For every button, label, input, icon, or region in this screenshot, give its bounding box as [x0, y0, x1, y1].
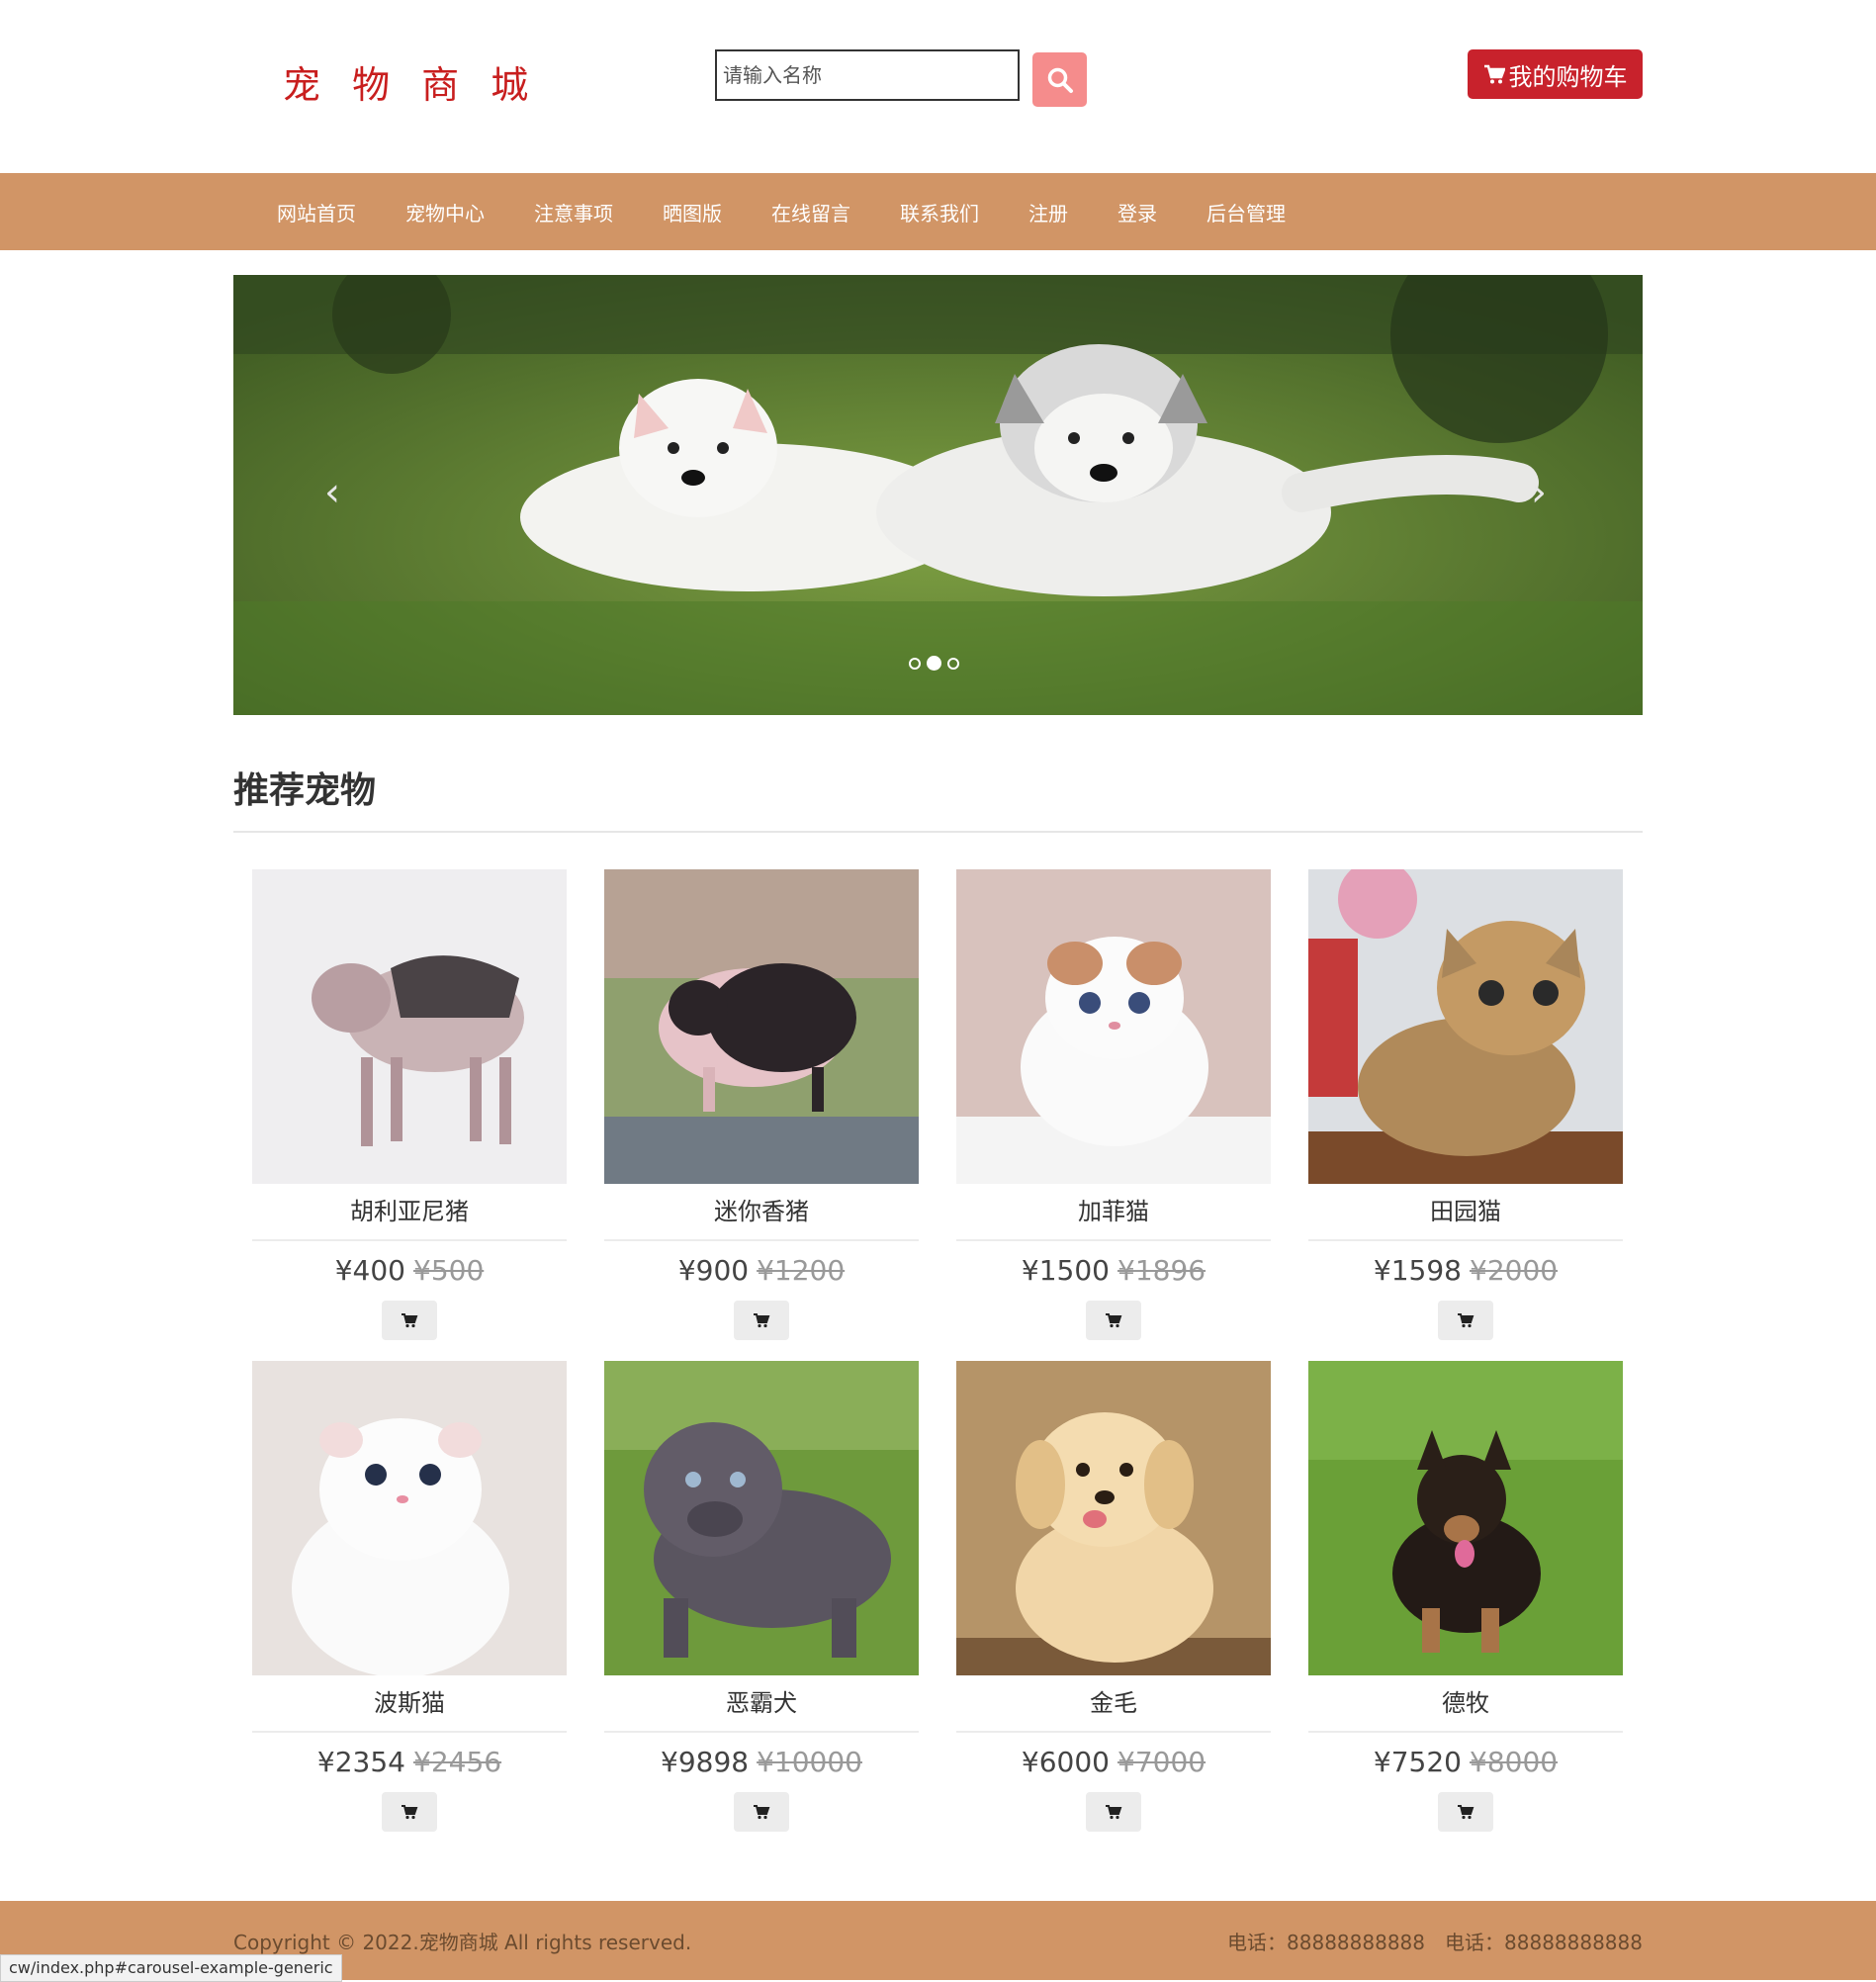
product-old-price: ¥8000 — [1470, 1746, 1559, 1778]
search-button[interactable] — [1032, 52, 1087, 107]
nav-item-message[interactable]: 在线留言 — [771, 198, 850, 226]
product-price: ¥1598 — [1373, 1254, 1462, 1287]
carousel-dot-2[interactable] — [927, 656, 941, 671]
product-image[interactable] — [604, 1361, 919, 1675]
shopping-cart-icon — [402, 1805, 418, 1820]
product-prices: ¥7520 ¥8000 — [1308, 1741, 1623, 1784]
add-to-cart-button[interactable] — [1086, 1792, 1141, 1832]
shopping-cart-icon — [1458, 1805, 1474, 1820]
nav-item-pet-center[interactable]: 宠物中心 — [405, 198, 485, 226]
product-old-price: ¥500 — [413, 1254, 485, 1287]
add-to-cart-button[interactable] — [1438, 1792, 1493, 1832]
product-name[interactable]: 加菲猫 — [956, 1184, 1271, 1241]
product-prices: ¥9898 ¥10000 — [604, 1741, 919, 1784]
product-old-price: ¥2000 — [1470, 1254, 1559, 1287]
product-image[interactable] — [956, 869, 1271, 1184]
product-image[interactable] — [252, 1361, 567, 1675]
add-to-cart-button[interactable] — [734, 1792, 789, 1832]
product-name[interactable]: 金毛 — [956, 1675, 1271, 1733]
product-card: 德牧 ¥7520 ¥8000 — [1308, 1361, 1623, 1832]
nav-item-login[interactable]: 登录 — [1117, 198, 1157, 226]
carousel-image — [233, 275, 1643, 715]
product-prices: ¥2354 ¥2456 — [252, 1741, 567, 1784]
main-nav: 网站首页 宠物中心 注意事项 晒图版 在线留言 联系我们 注册 登录 后台管理 — [0, 173, 1876, 250]
product-name[interactable]: 田园猫 — [1308, 1184, 1623, 1241]
product-name[interactable]: 恶霸犬 — [604, 1675, 919, 1733]
add-to-cart-button[interactable] — [1438, 1301, 1493, 1340]
nav-item-notes[interactable]: 注意事项 — [534, 198, 613, 226]
product-old-price: ¥1200 — [757, 1254, 846, 1287]
cart-label: 我的购物车 — [1508, 62, 1628, 91]
product-card: 波斯猫 ¥2354 ¥2456 — [252, 1361, 567, 1832]
browser-status-bar: cw/index.php#carousel-example-generic — [0, 1954, 342, 1982]
add-to-cart-button[interactable] — [734, 1301, 789, 1340]
shopping-cart-icon — [1458, 1313, 1474, 1328]
nav-item-admin[interactable]: 后台管理 — [1206, 198, 1286, 226]
add-to-cart-button[interactable] — [382, 1301, 437, 1340]
product-price: ¥900 — [677, 1254, 750, 1287]
product-old-price: ¥2456 — [413, 1746, 502, 1778]
shopping-cart-icon — [1106, 1805, 1122, 1820]
section-title: 推荐宠物 — [233, 770, 377, 811]
shopping-cart-icon — [1106, 1313, 1122, 1328]
product-old-price: ¥1896 — [1117, 1254, 1206, 1287]
product-old-price: ¥7000 — [1117, 1746, 1206, 1778]
product-name[interactable]: 波斯猫 — [252, 1675, 567, 1733]
nav-item-register[interactable]: 注册 — [1028, 198, 1068, 226]
shopping-cart-icon — [402, 1313, 418, 1328]
add-to-cart-button[interactable] — [1086, 1301, 1141, 1340]
product-image[interactable] — [956, 1361, 1271, 1675]
product-image[interactable] — [1308, 869, 1623, 1184]
product-card: 迷你香猪 ¥900 ¥1200 — [604, 869, 919, 1340]
product-price: ¥9898 — [661, 1746, 750, 1778]
copyright-text: Copyright © 2022.宠物商城 All rights reserve… — [233, 1931, 692, 1954]
carousel-prev-icon[interactable]: ‹ — [313, 473, 352, 512]
product-image[interactable] — [1308, 1361, 1623, 1675]
product-price: ¥2354 — [316, 1746, 405, 1778]
product-price: ¥7520 — [1373, 1746, 1462, 1778]
product-card: 恶霸犬 ¥9898 ¥10000 — [604, 1361, 919, 1832]
carousel-dot-1[interactable] — [909, 657, 921, 670]
product-price: ¥400 — [334, 1254, 405, 1287]
shopping-cart-icon — [754, 1805, 770, 1820]
carousel-dot-3[interactable] — [947, 657, 959, 670]
hero-carousel: ‹ › — [233, 275, 1643, 715]
product-price: ¥6000 — [1021, 1746, 1110, 1778]
product-card: 加菲猫 ¥1500 ¥1896 — [956, 869, 1271, 1340]
search-icon — [1047, 67, 1073, 93]
product-price: ¥1500 — [1021, 1254, 1110, 1287]
product-card: 金毛 ¥6000 ¥7000 — [956, 1361, 1271, 1832]
product-prices: ¥400 ¥500 — [252, 1249, 567, 1293]
nav-item-photo-board[interactable]: 晒图版 — [663, 198, 722, 226]
contact-phones: 电话：88888888888 电话：88888888888 — [1207, 1927, 1643, 1955]
section-divider — [233, 831, 1643, 833]
phone-1: 电话：88888888888 — [1227, 1931, 1426, 1954]
product-image[interactable] — [252, 869, 567, 1184]
phone-2: 电话：88888888888 — [1445, 1931, 1643, 1954]
product-old-price: ¥10000 — [757, 1746, 862, 1778]
product-prices: ¥1500 ¥1896 — [956, 1249, 1271, 1293]
shopping-cart-icon — [1483, 64, 1505, 84]
nav-item-home[interactable]: 网站首页 — [277, 198, 356, 226]
product-prices: ¥1598 ¥2000 — [1308, 1249, 1623, 1293]
site-logo[interactable]: 宠 物 商 城 — [283, 57, 550, 113]
product-prices: ¥900 ¥1200 — [604, 1249, 919, 1293]
add-to-cart-button[interactable] — [382, 1792, 437, 1832]
product-image[interactable] — [604, 869, 919, 1184]
product-card: 田园猫 ¥1598 ¥2000 — [1308, 869, 1623, 1340]
carousel-indicators — [909, 656, 959, 671]
product-name[interactable]: 胡利亚尼猪 — [252, 1184, 567, 1241]
product-name[interactable]: 迷你香猪 — [604, 1184, 919, 1241]
carousel-next-icon[interactable]: › — [1519, 473, 1559, 512]
my-cart-button[interactable]: 我的购物车 — [1468, 49, 1643, 99]
product-name[interactable]: 德牧 — [1308, 1675, 1623, 1733]
nav-item-contact[interactable]: 联系我们 — [900, 198, 979, 226]
product-prices: ¥6000 ¥7000 — [956, 1741, 1271, 1784]
search-input[interactable] — [715, 49, 1020, 101]
shopping-cart-icon — [754, 1313, 770, 1328]
product-card: 胡利亚尼猪 ¥400 ¥500 — [252, 869, 567, 1340]
